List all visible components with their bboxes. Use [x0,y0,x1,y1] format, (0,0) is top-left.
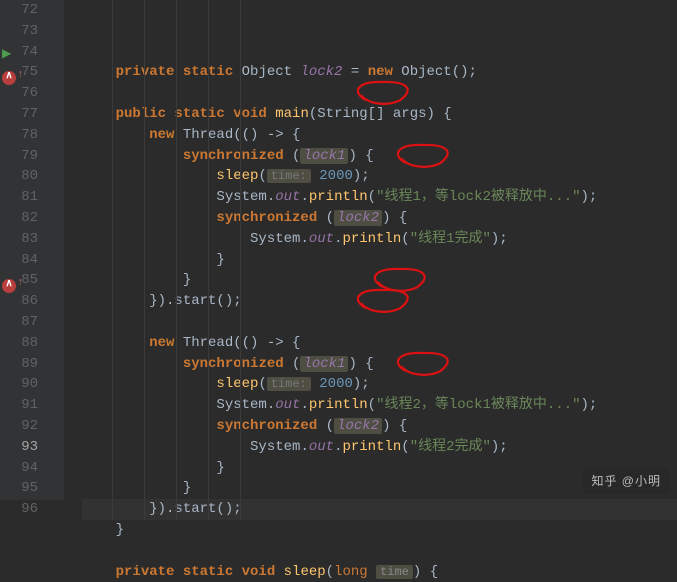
code-line[interactable] [82,83,677,104]
code-line[interactable]: sleep(time: 2000); [82,166,677,187]
code-editor[interactable]: 727374▶75∧↑76777879808182838485∧↑8687888… [0,0,677,500]
code-line[interactable] [82,541,677,562]
line-number[interactable]: 89 [0,354,58,375]
code-line[interactable]: new Thread(() -> { [82,125,677,146]
code-line[interactable]: synchronized (lock1) { [82,146,677,167]
line-number[interactable]: 78 [0,125,58,146]
line-number[interactable]: 81 [0,187,58,208]
line-number[interactable]: 80 [0,166,58,187]
line-number[interactable]: 73 [0,21,58,42]
code-line[interactable]: new Thread(() -> { [82,333,677,354]
code-line[interactable]: sleep(time: 2000); [82,374,677,395]
code-line[interactable]: private static void sleep(long time) { [82,562,677,582]
code-line[interactable]: } [82,270,677,291]
line-number[interactable]: 85∧↑ [0,270,58,291]
run-gutter-icon[interactable]: ▶ [2,44,11,65]
line-number[interactable]: 74▶ [0,42,58,63]
code-line[interactable] [82,312,677,333]
gutter: 727374▶75∧↑76777879808182838485∧↑8687888… [0,0,64,500]
line-number[interactable]: 95 [0,478,58,499]
line-number[interactable]: 77 [0,104,58,125]
line-number[interactable]: 96 [0,499,58,520]
line-number[interactable]: 75∧↑ [0,62,58,83]
line-number[interactable]: 93 [0,437,58,458]
line-number[interactable]: 72 [0,0,58,21]
line-number[interactable]: 94 [0,458,58,479]
code-line[interactable]: System.out.println("线程2完成"); [82,437,677,458]
code-line[interactable]: }).start(); [82,291,677,312]
code-line[interactable]: } [82,250,677,271]
line-number[interactable]: 90 [0,374,58,395]
line-number[interactable]: 76 [0,83,58,104]
code-area[interactable]: private static Object lock2 = new Object… [64,0,677,500]
code-line[interactable]: System.out.println("线程1，等lock2被释放中..."); [82,187,677,208]
line-number[interactable]: 91 [0,395,58,416]
code-line[interactable]: System.out.println("线程2，等lock1被释放中..."); [82,395,677,416]
code-line[interactable]: }).start(); [82,499,677,520]
line-number[interactable]: 83 [0,229,58,250]
code-line[interactable]: synchronized (lock1) { [82,354,677,375]
line-number[interactable]: 82 [0,208,58,229]
code-line[interactable]: public static void main(String[] args) { [82,104,677,125]
line-number[interactable]: 79 [0,146,58,167]
line-number[interactable]: 86 [0,291,58,312]
line-number[interactable]: 87 [0,312,58,333]
line-number[interactable]: 88 [0,333,58,354]
code-line[interactable]: System.out.println("线程1完成"); [82,229,677,250]
watermark: 知乎 @小明 [583,469,669,494]
line-number[interactable]: 92 [0,416,58,437]
code-line[interactable]: } [82,520,677,541]
code-line[interactable]: private static Object lock2 = new Object… [82,62,677,83]
code-line[interactable]: synchronized (lock2) { [82,208,677,229]
line-number[interactable]: 84 [0,250,58,271]
code-line[interactable]: synchronized (lock2) { [82,416,677,437]
